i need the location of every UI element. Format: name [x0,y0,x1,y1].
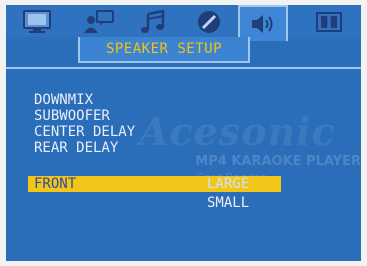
menu-item-center-delay[interactable]: CENTER DELAY [34,124,135,140]
user-chat-icon [84,10,114,33]
tab-video[interactable] [14,7,60,37]
dolby-icon [316,12,342,32]
tab-speaker[interactable] [238,5,288,41]
watermark-line: MP4 KARAOKE PLAYER [195,154,361,169]
watermark-brand: Acesonic [139,109,336,154]
tab-dolby[interactable] [306,7,352,37]
option-small[interactable]: SMALL [207,195,249,211]
title-strip: SPEAKER SETUP [78,37,250,63]
music-note-icon [141,9,165,33]
menu-item-subwoofer[interactable]: SUBWOOFER [34,108,110,124]
speaker-icon [252,15,273,33]
tab-audio[interactable] [130,7,176,37]
menu-item-downmix[interactable]: DOWNMIX [34,92,93,108]
tab-disc[interactable] [186,7,232,37]
tab-language[interactable] [76,7,122,37]
osd-screen: SPEAKER SETUP Acesonic MP4 KARAOKE PLAYE… [6,5,361,261]
setup-tab-bar [6,5,361,41]
option-large[interactable]: LARGE [207,176,249,192]
page-title: SPEAKER SETUP [105,41,223,57]
menu-item-rear-delay[interactable]: REAR DELAY [34,140,118,156]
monitor-icon [23,10,51,33]
settings-panel: Acesonic MP4 KARAOKE PLAYER Card Reader … [6,69,361,261]
disc-icon [198,11,220,33]
